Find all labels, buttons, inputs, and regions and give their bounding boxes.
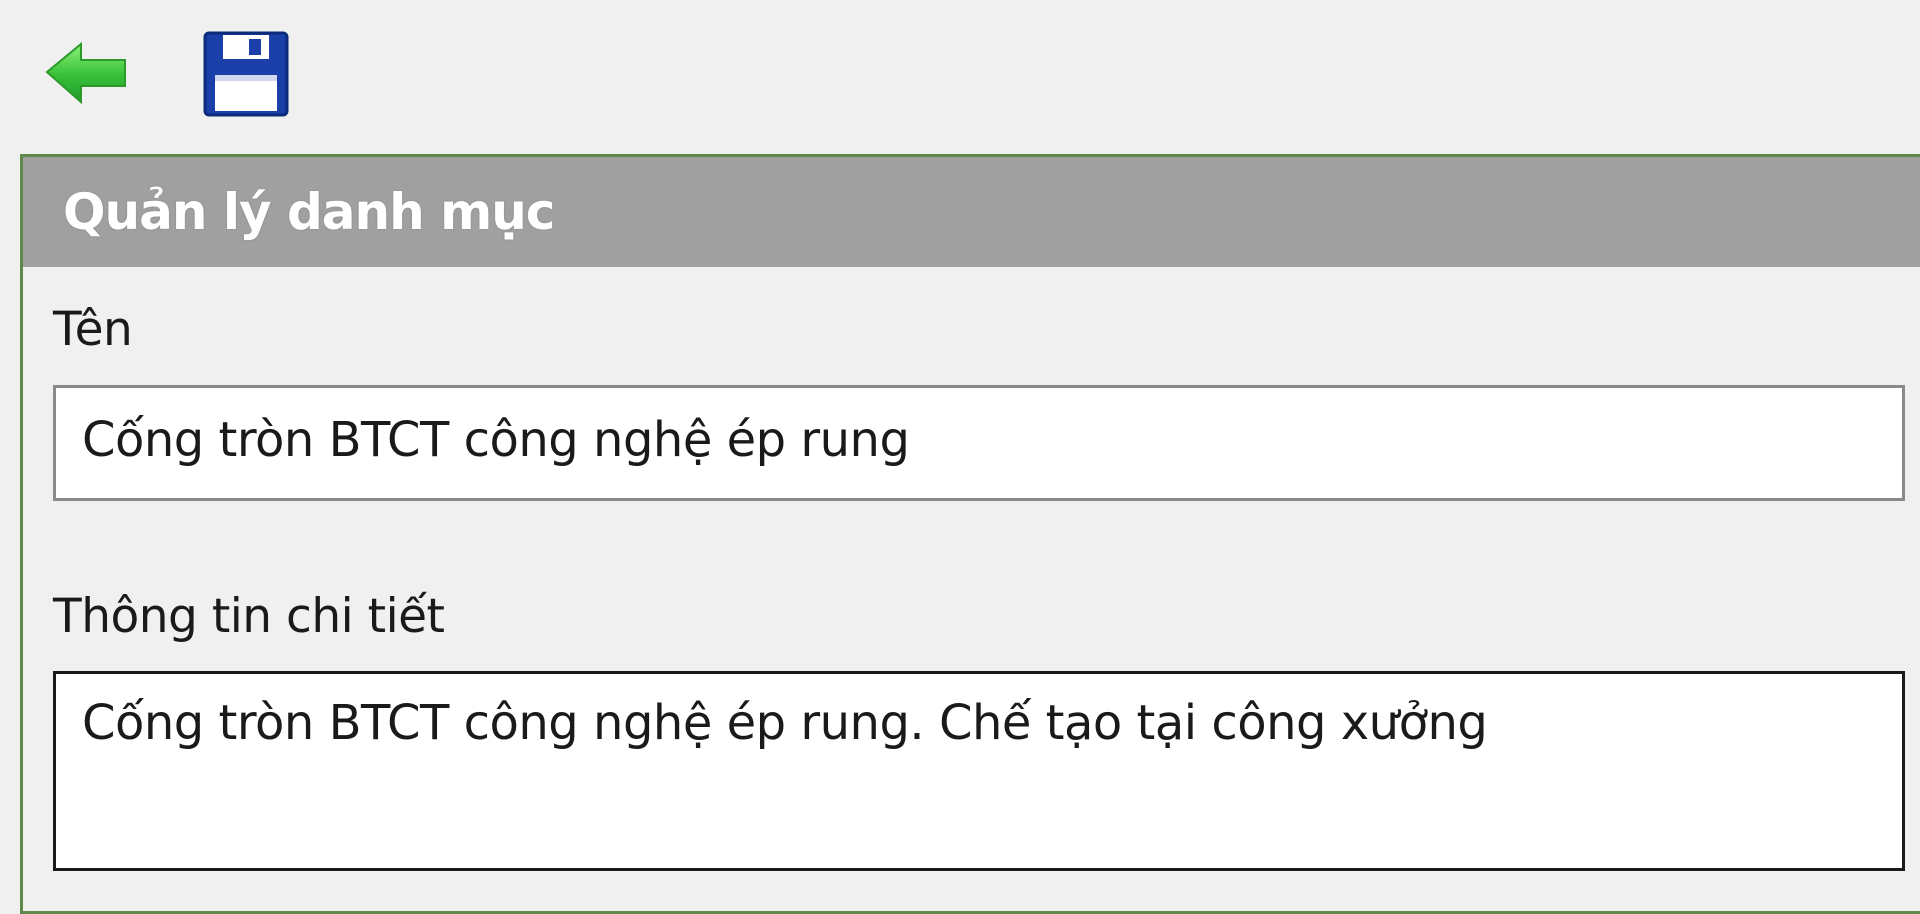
- name-input[interactable]: Cống tròn BTCT công nghệ ép rung: [53, 385, 1905, 501]
- save-button[interactable]: [196, 24, 296, 124]
- panel-header: Quản lý danh mục: [23, 157, 1920, 267]
- detail-textarea[interactable]: Cống tròn BTCT công nghệ ép rung. Chế tạ…: [53, 671, 1905, 871]
- back-button[interactable]: [36, 24, 136, 124]
- detail-label: Thông tin chi tiết: [53, 589, 445, 644]
- toolbar: [0, 0, 1920, 150]
- floppy-disk-icon: [203, 31, 289, 117]
- name-label: Tên: [53, 302, 133, 357]
- back-arrow-icon: [45, 41, 126, 105]
- panel-title: Quản lý danh mục: [63, 183, 555, 241]
- category-management-panel: Quản lý danh mục Tên Cống tròn BTCT công…: [20, 154, 1920, 914]
